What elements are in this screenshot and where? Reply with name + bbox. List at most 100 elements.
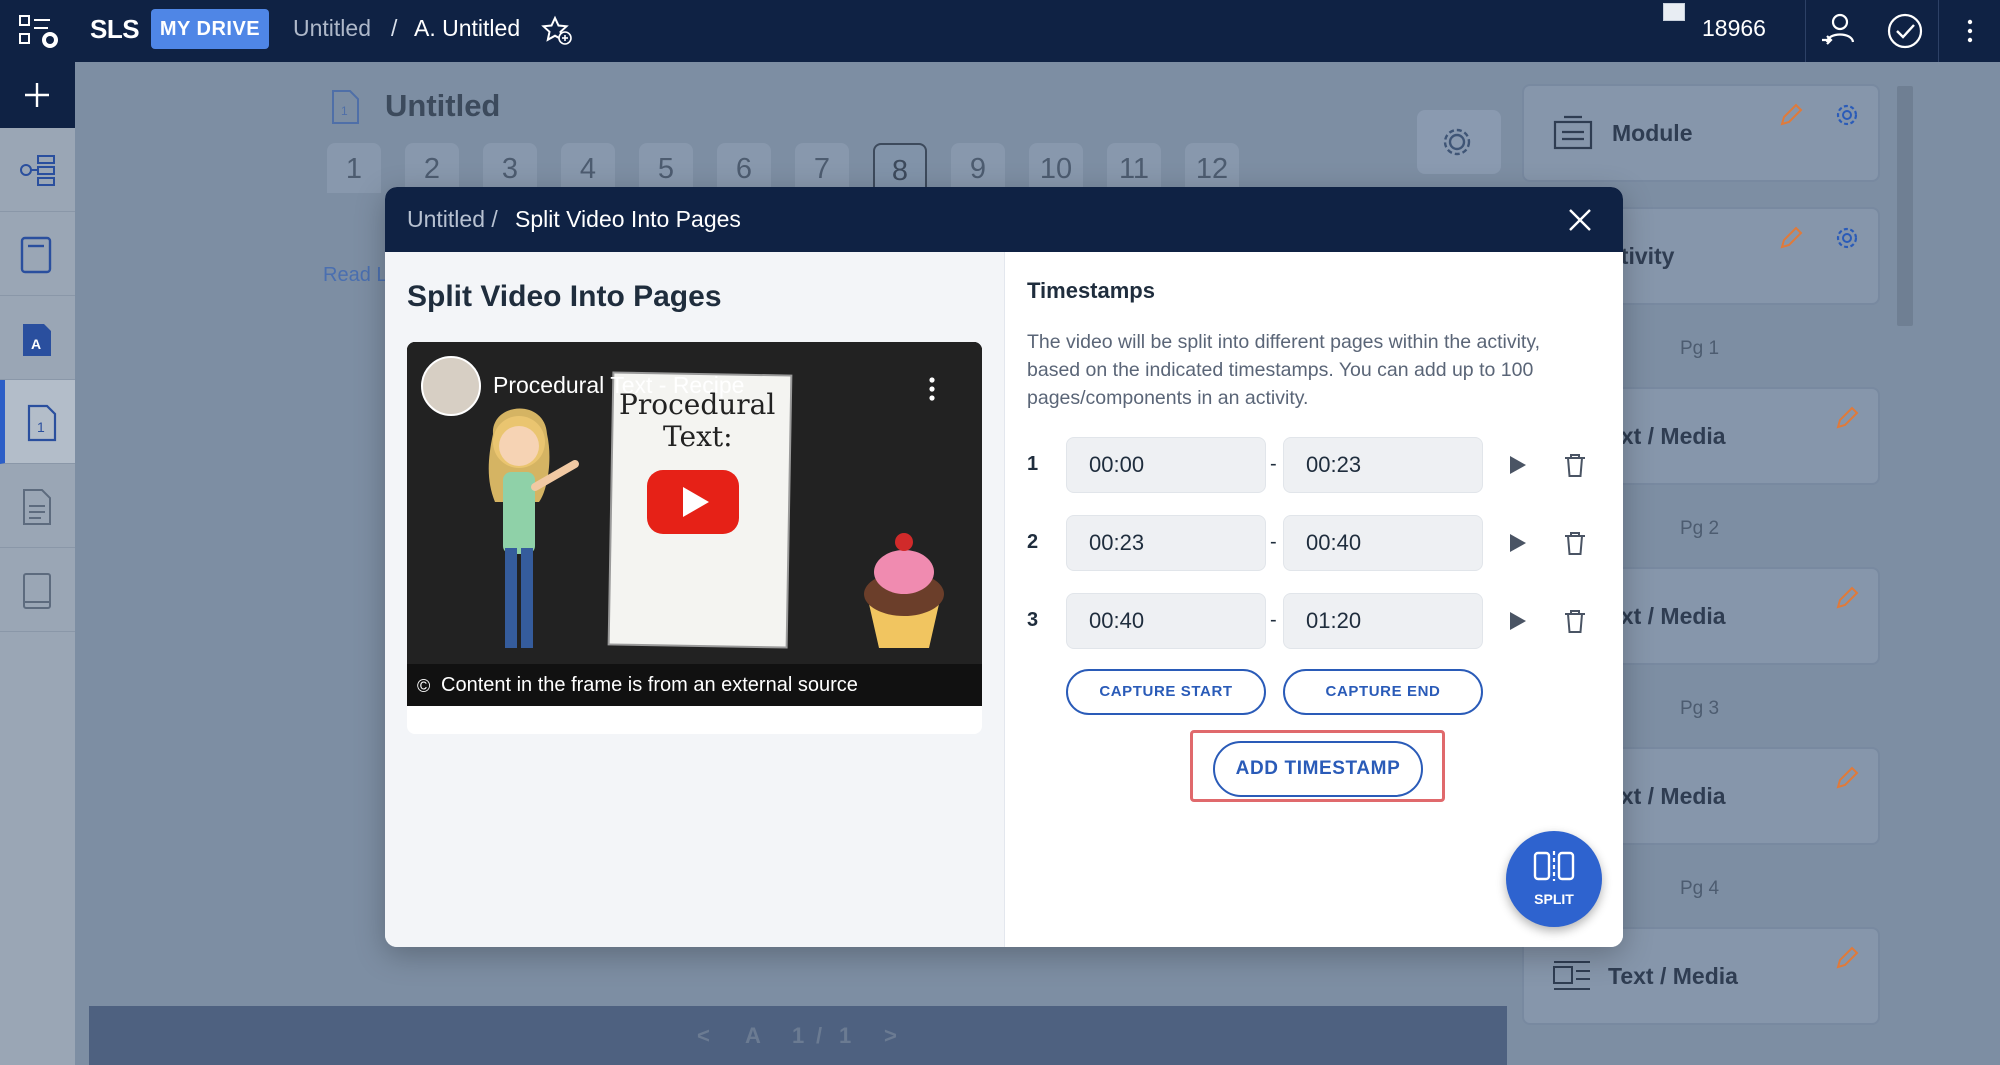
dialog-title: Split Video Into Pages [515,206,741,232]
page-title: Untitled [385,88,501,123]
video-panel-title: Split Video Into Pages [407,280,722,313]
capture-start-button[interactable]: CAPTURE START [1066,669,1266,715]
range-dash: - [1270,453,1277,475]
start-time-input[interactable] [1066,437,1266,493]
edit-pencil-icon[interactable] [1834,945,1860,971]
read-link[interactable]: Read L [323,264,388,287]
svg-text:1: 1 [341,104,348,118]
page-tab-5[interactable]: 5 [639,143,693,193]
svg-text:1: 1 [37,419,45,435]
left-rail: A 1 [0,62,75,1065]
next-page-button[interactable]: > [884,1023,897,1049]
trash-icon[interactable] [1561,607,1589,635]
page-tab-1[interactable]: 1 [327,143,381,193]
top-bar: SLS MY DRIVE Untitled / A. Untitled 1896… [0,0,2000,62]
dialog-header: Untitled / Split Video Into Pages [385,187,1623,252]
page-tab-8[interactable]: 8 [873,143,927,193]
breadcrumb-current: A. Untitled [414,15,521,41]
end-time-input[interactable] [1283,593,1483,649]
caption-text: Content in the frame is from an external… [441,674,858,696]
timestamps-description: The video will be split into different p… [1027,331,1541,409]
more-vertical-icon[interactable] [929,376,935,402]
split-label: SPLIT [1534,891,1574,907]
page-tab-11[interactable]: 11 [1107,143,1161,193]
rail-item-document[interactable] [0,464,75,548]
edit-pencil-icon[interactable] [1778,102,1804,128]
start-time-input[interactable] [1066,515,1266,571]
split-button[interactable]: SPLIT [1506,831,1602,927]
page-tab-7[interactable]: 7 [795,143,849,193]
end-time-input[interactable] [1283,437,1483,493]
page-tab-6[interactable]: 6 [717,143,771,193]
timestamp-number: 2 [1027,531,1039,553]
channel-avatar[interactable] [421,356,481,416]
svg-text:A: A [31,336,41,352]
current-page: 1 [792,1023,805,1048]
settings-button[interactable] [1417,110,1501,174]
my-drive-button[interactable]: MY DRIVE [151,9,269,49]
video-title[interactable]: Procedural Text - Recipe [493,372,744,399]
notebook-icon [23,573,51,609]
page-separator: / [816,1023,823,1048]
breadcrumb-untitled[interactable]: Untitled [293,15,371,42]
dialog-breadcrumb: Untitled / [407,206,498,232]
page-label-4: Pg 4 [1680,878,1720,899]
page-tab-2[interactable]: 2 [405,143,459,193]
check-circle-icon[interactable] [1884,10,1926,52]
close-icon[interactable] [1565,205,1595,235]
document-icon [23,489,51,525]
end-time-input[interactable] [1283,515,1483,571]
text-media-icon [1553,961,1590,990]
gear-icon [1443,128,1471,156]
gear-icon[interactable] [1834,225,1860,251]
edit-pencil-icon[interactable] [1834,585,1860,611]
page-label-1: Pg 1 [1680,338,1720,359]
broken-image-icon [1663,3,1685,21]
range-dash: - [1270,531,1277,553]
more-vertical-icon[interactable] [1955,10,1985,52]
edit-pencil-icon[interactable] [1834,405,1860,431]
play-icon[interactable] [1505,531,1529,555]
breadcrumb-separator: / [391,15,398,41]
timestamp-number: 3 [1027,609,1039,631]
module-card[interactable]: Module [1522,84,1880,182]
add-timestamp-button[interactable]: ADD TIMESTAMP [1213,741,1423,797]
sls-logo[interactable]: SLS [90,14,140,45]
edit-pencil-icon[interactable] [1778,225,1804,251]
start-time-input[interactable] [1066,593,1266,649]
add-button[interactable] [0,62,75,128]
capture-end-button[interactable]: CAPTURE END [1283,669,1483,715]
page-tab-12[interactable]: 12 [1185,143,1239,193]
collaborators-icon[interactable] [1818,10,1860,52]
play-icon[interactable] [1505,609,1529,633]
trash-icon[interactable] [1561,529,1589,557]
timestamps-panel: Timestamps The video will be split into … [1004,252,1623,947]
page-tab-9[interactable]: 9 [951,143,1005,193]
prev-page-button[interactable]: < [697,1023,710,1049]
trash-icon[interactable] [1561,451,1589,479]
rail-item-book[interactable] [0,212,75,296]
favorite-star-icon[interactable] [541,14,573,46]
rail-item-structure[interactable] [0,128,75,212]
edit-pencil-icon[interactable] [1834,765,1860,791]
activity-icon: A [23,324,51,356]
app-menu-icon[interactable] [18,12,62,52]
rail-item-notebook[interactable] [0,548,75,632]
rail-item-page[interactable]: 1 [0,380,75,464]
page-label-3: Pg 3 [1680,698,1720,719]
points-count: 18966 [1702,15,1766,41]
timestamp-row: 1 - [1005,437,1623,493]
page-tab-4[interactable]: 4 [561,143,615,193]
gear-icon[interactable] [1834,102,1860,128]
page-tab-10[interactable]: 10 [1029,143,1083,193]
text-media-label: ext / Media [1608,603,1726,629]
page-tab-3[interactable]: 3 [483,143,537,193]
play-icon[interactable] [1505,453,1529,477]
total-pages: 1 [839,1023,852,1048]
scrollbar[interactable] [1897,86,1913,326]
video-embed[interactable]: Procedural Text: Procedural Text - Recip… [407,342,982,706]
module-icon [1553,115,1593,150]
pagination-label: A [745,1023,761,1048]
board-text-2: Text: [663,420,733,453]
rail-item-activity[interactable]: A [0,296,75,380]
